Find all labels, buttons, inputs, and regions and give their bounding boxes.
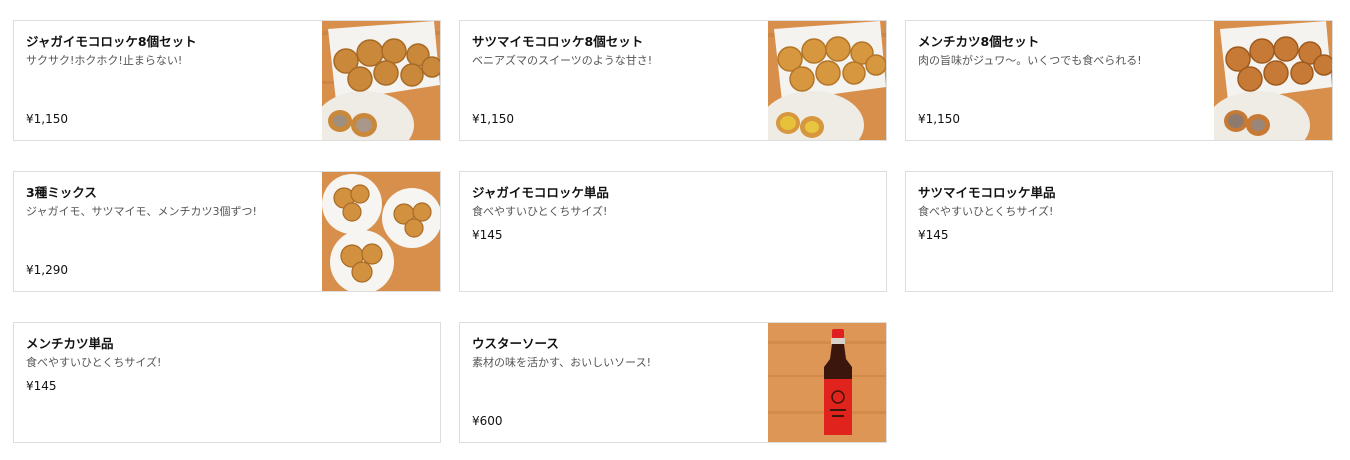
menu-item-card[interactable]: サツマイモコロッケ8個セット ベニアズマのスイーツのような甘さ! ¥1,150 bbox=[459, 20, 887, 141]
menu-item-info: サツマイモコロッケ単品 食べやすいひとくちサイズ! bbox=[918, 184, 1320, 220]
mix-cups-photo bbox=[322, 172, 440, 291]
menu-item-description: 素材の味を活かす、おいしいソース! bbox=[472, 356, 651, 369]
menu-item-card[interactable]: ウスターソース 素材の味を活かす、おいしいソース! ¥600 bbox=[459, 322, 887, 443]
menu-item-description: ベニアズマのスイーツのような甘さ! bbox=[472, 54, 653, 67]
croquette-box-photo bbox=[768, 21, 886, 140]
menu-item-card[interactable]: 3種ミックス ジャガイモ、サツマイモ、メンチカツ3個ずつ! ¥1,290 bbox=[13, 171, 441, 292]
menu-item-info: メンチカツ8個セット 肉の旨味がジュワ〜。いくつでも食べられる! bbox=[918, 33, 1202, 69]
menu-item-description: 食べやすいひとくちサイズ! bbox=[472, 205, 608, 218]
menu-item-price: ¥1,150 bbox=[918, 112, 960, 126]
menu-item-card[interactable]: サツマイモコロッケ単品 食べやすいひとくちサイズ! ¥145 bbox=[905, 171, 1333, 292]
menu-item-description: 食べやすいひとくちサイズ! bbox=[918, 205, 1054, 218]
menu-item-title: メンチカツ単品 bbox=[26, 336, 114, 351]
menu-item-info: ジャガイモコロッケ8個セット サクサク!ホクホク!止まらない! bbox=[26, 33, 310, 69]
menu-item-description: ジャガイモ、サツマイモ、メンチカツ3個ずつ! bbox=[26, 205, 257, 218]
menu-item-price: ¥145 bbox=[472, 228, 503, 242]
menu-item-price: ¥1,290 bbox=[26, 263, 68, 277]
menu-item-card[interactable]: メンチカツ単品 食べやすいひとくちサイズ! ¥145 bbox=[13, 322, 441, 443]
menu-item-info: 3種ミックス ジャガイモ、サツマイモ、メンチカツ3個ずつ! bbox=[26, 184, 310, 220]
menu-item-description: 肉の旨味がジュワ〜。いくつでも食べられる! bbox=[918, 54, 1142, 67]
menu-item-info: ジャガイモコロッケ単品 食べやすいひとくちサイズ! bbox=[472, 184, 874, 220]
menu-item-card[interactable]: ジャガイモコロッケ単品 食べやすいひとくちサイズ! ¥145 bbox=[459, 171, 887, 292]
menu-grid: ジャガイモコロッケ8個セット サクサク!ホクホク!止まらない! ¥1,150 サ… bbox=[13, 20, 1333, 443]
menu-item-price: ¥600 bbox=[472, 414, 503, 428]
menu-item-price: ¥145 bbox=[26, 379, 57, 393]
menu-item-title: サツマイモコロッケ8個セット bbox=[472, 34, 644, 49]
menu-item-price: ¥145 bbox=[918, 228, 949, 242]
menu-item-price: ¥1,150 bbox=[26, 112, 68, 126]
sauce-bottle-photo bbox=[768, 323, 886, 442]
croquette-box-photo bbox=[322, 21, 440, 140]
menu-item-description: サクサク!ホクホク!止まらない! bbox=[26, 54, 183, 67]
menu-item-title: ウスターソース bbox=[472, 336, 559, 351]
menu-item-price: ¥1,150 bbox=[472, 112, 514, 126]
menu-item-title: メンチカツ8個セット bbox=[918, 34, 1040, 49]
menu-item-title: ジャガイモコロッケ単品 bbox=[472, 185, 609, 200]
menu-item-title: ジャガイモコロッケ8個セット bbox=[26, 34, 197, 49]
menu-item-info: メンチカツ単品 食べやすいひとくちサイズ! bbox=[26, 335, 428, 371]
menu-item-info: ウスターソース 素材の味を活かす、おいしいソース! bbox=[472, 335, 756, 371]
menu-item-card[interactable]: ジャガイモコロッケ8個セット サクサク!ホクホク!止まらない! ¥1,150 bbox=[13, 20, 441, 141]
menu-item-title: サツマイモコロッケ単品 bbox=[918, 185, 1056, 200]
menu-item-description: 食べやすいひとくちサイズ! bbox=[26, 356, 162, 369]
menu-item-info: サツマイモコロッケ8個セット ベニアズマのスイーツのような甘さ! bbox=[472, 33, 756, 69]
menchikatsu-box-photo bbox=[1214, 21, 1332, 140]
menu-item-card[interactable]: メンチカツ8個セット 肉の旨味がジュワ〜。いくつでも食べられる! ¥1,150 bbox=[905, 20, 1333, 141]
menu-item-title: 3種ミックス bbox=[26, 185, 97, 200]
